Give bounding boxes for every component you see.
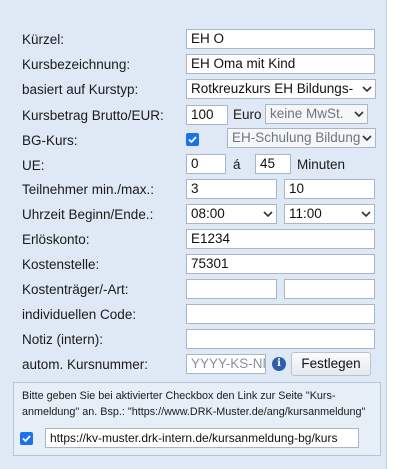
kuerzel-input[interactable]: EH O: [186, 29, 375, 49]
kursnummer-label: autom. Kursnummer:: [22, 357, 149, 372]
bg-kurs-label: BG-Kurs:: [22, 133, 78, 148]
anmeldung-checkbox[interactable]: [20, 432, 33, 445]
bg-kurs-checkbox[interactable]: [186, 133, 199, 146]
kurstyp-select-value: Rotkreuzkurs EH Bildungs-: [191, 81, 354, 96]
uhrzeit-end-value: 11:00: [289, 206, 322, 221]
erloeskonto-input[interactable]: E1234: [186, 229, 375, 249]
notiz-label: Notiz (intern):: [22, 332, 104, 347]
kostentraeger-input[interactable]: [186, 279, 277, 299]
individuellen-code-label: individuellen Code:: [22, 307, 137, 322]
bg-kurs-select[interactable]: EH-Schulung Bildung: [227, 128, 376, 148]
chevron-down-icon: [361, 211, 371, 218]
erloeskonto-label: Erlöskonto:: [22, 232, 90, 247]
kostenstelle-label: Kostenstelle:: [22, 257, 100, 272]
chevron-down-icon: [354, 111, 364, 118]
teilnehmer-max-input[interactable]: 10: [284, 179, 375, 199]
uhrzeit-start-select[interactable]: 08:00: [186, 204, 277, 224]
kursbezeichnung-label: Kursbezeichnung:: [22, 57, 131, 72]
currency-label: Euro: [233, 107, 262, 122]
ue-count-input[interactable]: 0: [186, 154, 226, 174]
checkmark-icon: [22, 435, 31, 443]
uhrzeit-start-value: 08:00: [191, 206, 225, 221]
uhrzeit-end-select[interactable]: 11:00: [284, 204, 375, 224]
ue-minutes-input[interactable]: 45: [255, 154, 291, 174]
anmeldung-hint-box: Bitte geben Sie bei aktivierter Checkbox…: [13, 382, 381, 456]
kursbetrag-label: Kursbetrag Brutto/EUR:: [22, 108, 164, 123]
kostenart-input[interactable]: [284, 279, 375, 299]
bg-kurs-select-value: EH-Schulung Bildung: [232, 130, 361, 145]
uhrzeit-label: Uhrzeit Beginn/Ende.:: [22, 207, 154, 222]
kurstyp-label: basiert auf Kurstyp:: [22, 82, 139, 97]
individuellen-code-input[interactable]: [186, 304, 375, 324]
kostentraeger-label: Kostenträger/-Art:: [22, 282, 129, 297]
teilnehmer-min-input[interactable]: 3: [186, 179, 277, 199]
kostenstelle-input[interactable]: 75301: [186, 254, 375, 274]
info-circle-icon[interactable]: i: [272, 357, 286, 371]
kursnummer-input[interactable]: YYYY-KS-NN: [186, 354, 266, 374]
ue-label: UE:: [22, 158, 45, 173]
ue-minutes-label: Minuten: [297, 157, 346, 172]
kursbezeichnung-input[interactable]: EH Oma mit Kind: [186, 54, 375, 74]
anmeldung-url-input[interactable]: https://kv-muster.drk-intern.de/kursanme…: [45, 428, 359, 448]
chevron-down-icon: [362, 135, 372, 142]
notiz-input[interactable]: [186, 329, 375, 349]
chevron-down-icon: [362, 86, 372, 93]
festlegen-button[interactable]: Festlegen: [291, 352, 371, 376]
chevron-down-icon: [263, 211, 273, 218]
teilnehmer-label: Teilnehmer min./max.:: [22, 182, 155, 197]
course-form-panel: Kürzel: EH O Kursbezeichnung: EH Oma mit…: [0, 0, 387, 469]
kurstyp-select[interactable]: Rotkreuzkurs EH Bildungs-: [186, 79, 376, 99]
checkmark-icon: [188, 136, 197, 144]
anmeldung-hint-line2: anmeldung" an. Bsp.: "https://www.DRK-Mu…: [22, 406, 366, 418]
kuerzel-label: Kürzel:: [22, 32, 65, 47]
anmeldung-hint-line1: Bitte geben Sie bei aktivierter Checkbox…: [22, 390, 336, 402]
kursbetrag-input[interactable]: 100: [186, 105, 228, 125]
tax-select-value: keine MwSt.: [270, 106, 344, 121]
tax-select[interactable]: keine MwSt.: [265, 104, 368, 124]
ue-times-symbol: á: [233, 157, 241, 172]
